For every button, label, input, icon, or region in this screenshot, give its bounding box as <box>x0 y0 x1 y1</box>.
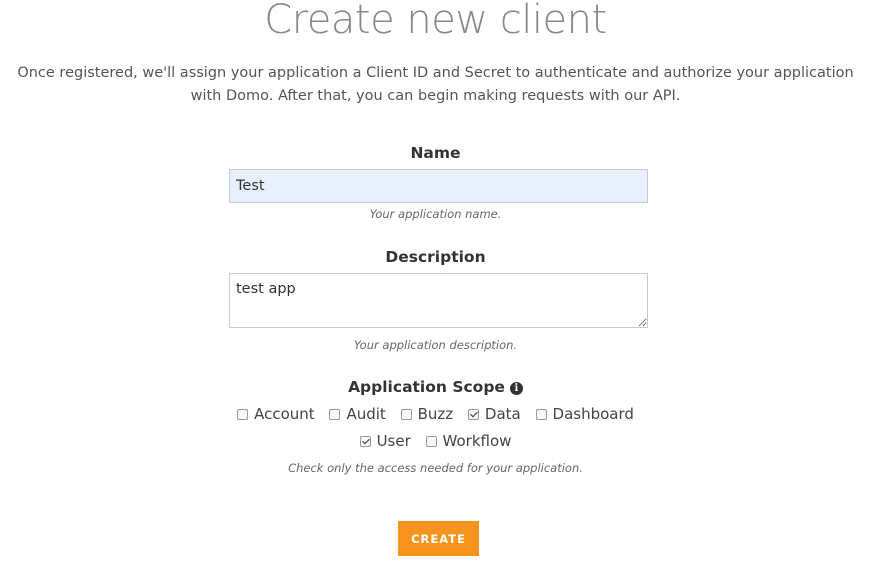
page-title: Create new client <box>264 0 607 43</box>
checkbox[interactable] <box>467 408 479 420</box>
description-input[interactable]: test app <box>229 273 648 328</box>
page-intro: Once registered, we'll assign your appli… <box>17 65 854 104</box>
create-button[interactable]: CREATE <box>398 521 479 556</box>
checkbox[interactable] <box>237 408 249 420</box>
scope-option-user[interactable]: User <box>359 432 411 450</box>
name-hint: Your application name. <box>369 207 502 221</box>
scope-option-data[interactable]: Data <box>467 405 521 423</box>
scope-option-label: Workflow <box>442 432 512 450</box>
name-label: Name <box>410 144 461 162</box>
create-client-page: Create new client Once registered, we'll… <box>0 0 871 564</box>
description-hint: Your application description. <box>353 338 518 352</box>
scope-option-account[interactable]: Account <box>237 405 315 423</box>
scope-option-label: Data <box>484 405 521 423</box>
scope-option-label: Audit <box>346 405 386 423</box>
name-input[interactable] <box>229 169 648 203</box>
description-label: Description <box>385 248 486 266</box>
scope-option-buzz[interactable]: Buzz <box>400 405 454 423</box>
scope-row-2: User Workflow <box>0 432 871 451</box>
scope-option-label: Dashboard <box>552 405 634 423</box>
checkbox[interactable] <box>400 408 412 420</box>
scope-option-label: Account <box>254 405 315 423</box>
scope-hint: Check only the access needed for your ap… <box>288 461 583 475</box>
checkbox[interactable] <box>425 435 437 447</box>
checkbox[interactable] <box>329 408 341 420</box>
checkbox[interactable] <box>359 435 371 447</box>
info-circle-icon[interactable]: i <box>509 382 523 395</box>
scope-label: Application Scope <box>348 378 505 396</box>
scope-row-1: Account Audit Buzz Data Dashboard <box>0 405 871 424</box>
scope-option-label: User <box>376 432 411 450</box>
scope-option-dashboard[interactable]: Dashboard <box>535 405 634 423</box>
scope-option-label: Buzz <box>417 405 454 423</box>
scope-label-row: Application Scope i <box>0 378 871 396</box>
scope-option-workflow[interactable]: Workflow <box>425 432 512 450</box>
checkbox[interactable] <box>535 408 547 420</box>
scope-option-audit[interactable]: Audit <box>329 405 386 423</box>
